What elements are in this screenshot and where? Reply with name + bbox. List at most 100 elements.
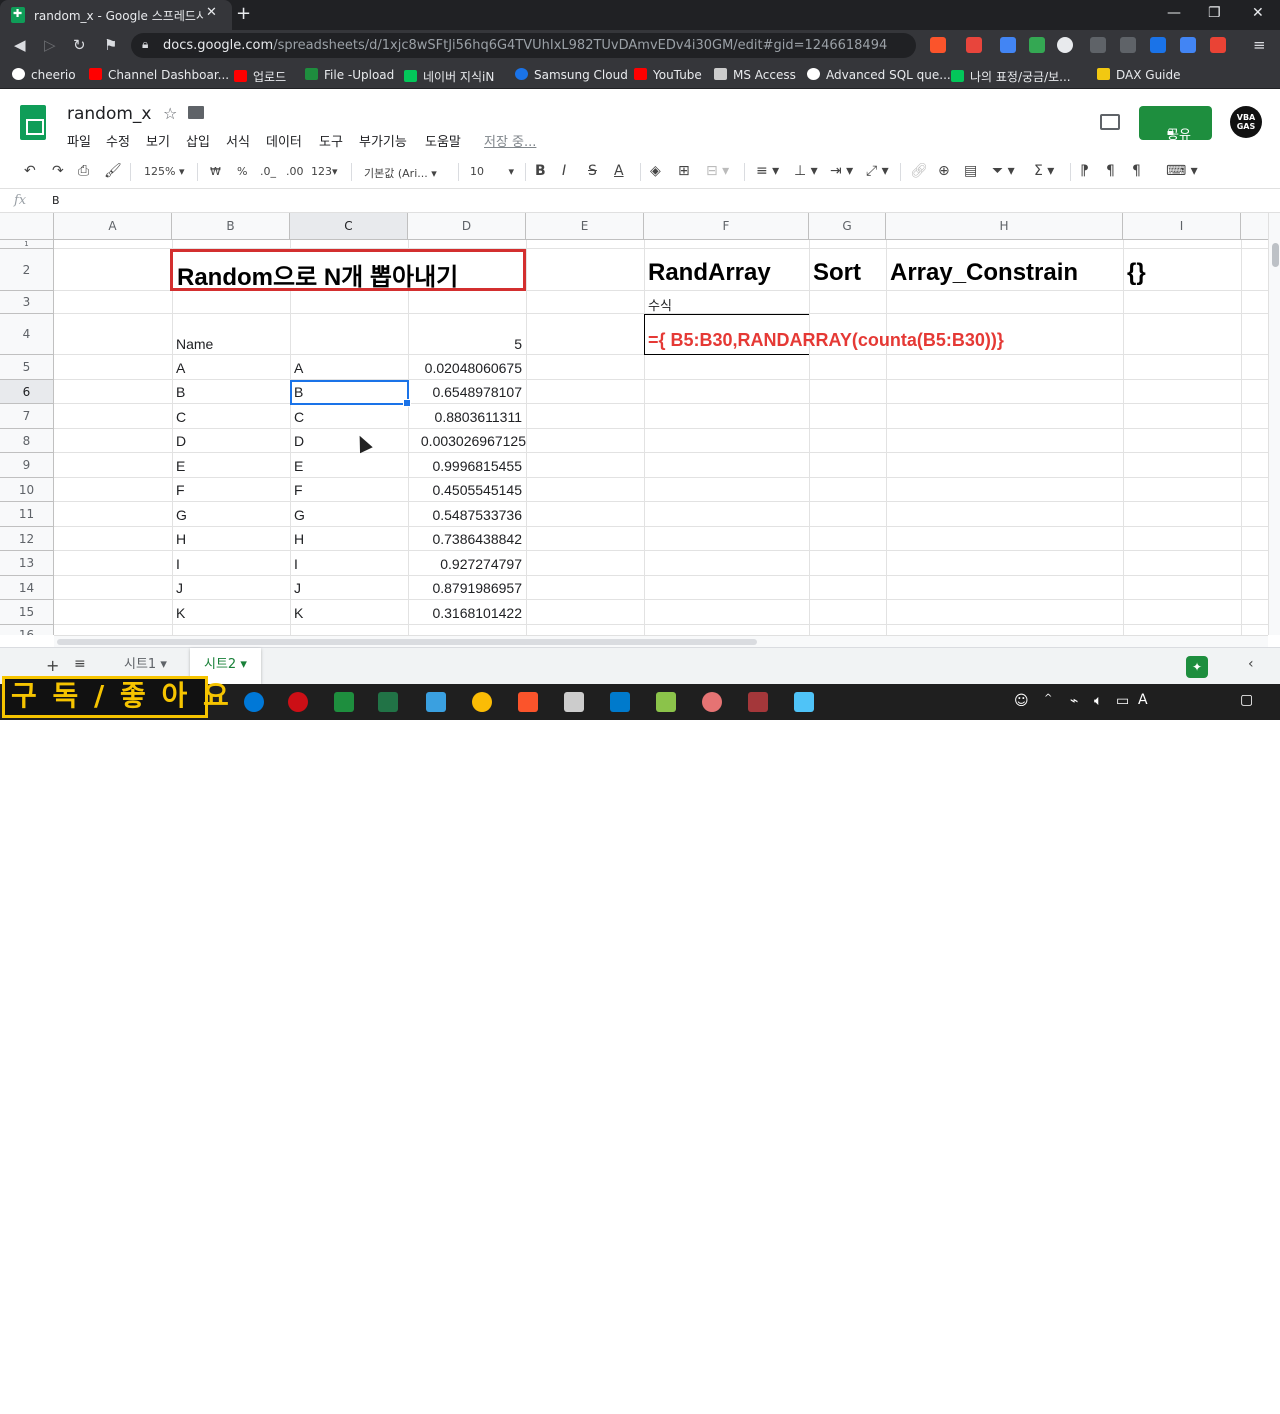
- table-cell[interactable]: 0.7386438842: [410, 531, 522, 547]
- row-header[interactable]: 5: [0, 355, 54, 380]
- people-icon[interactable]: ☺: [1014, 693, 1029, 709]
- maximize-button[interactable]: ❐: [1208, 5, 1221, 21]
- side-panel-toggle-icon[interactable]: ‹: [1248, 656, 1254, 672]
- column-header[interactable]: H: [886, 213, 1123, 240]
- row-header[interactable]: 7: [0, 404, 54, 429]
- table-cell[interactable]: F: [294, 482, 303, 498]
- menu-tools[interactable]: 도구: [319, 131, 343, 150]
- header-braces[interactable]: {}: [1127, 259, 1146, 287]
- header-array-constrain[interactable]: Array_Constrain: [890, 259, 1078, 287]
- sheets-logo-icon[interactable]: [20, 105, 46, 140]
- column-header[interactable]: D: [408, 213, 526, 240]
- table-cell[interactable]: I: [294, 556, 298, 572]
- decrease-decimal-button[interactable]: .0_: [260, 165, 276, 178]
- menu-edit[interactable]: 수정: [106, 131, 130, 150]
- browser-menu-icon[interactable]: ≡: [1253, 36, 1266, 54]
- insert-link-icon[interactable]: 🔗︎: [910, 163, 928, 179]
- add-sheet-button[interactable]: +: [46, 656, 59, 675]
- text-rotate-icon[interactable]: ⤢ ▾: [866, 163, 889, 179]
- currency-format-button[interactable]: ₩: [210, 165, 221, 178]
- row-header[interactable]: 13: [0, 551, 54, 576]
- table-cell[interactable]: A: [176, 360, 185, 376]
- italic-icon[interactable]: I: [562, 163, 566, 179]
- star-icon[interactable]: ☆: [163, 104, 177, 123]
- formula-input[interactable]: B: [52, 194, 60, 207]
- all-sheets-button[interactable]: ≡: [74, 656, 86, 672]
- text-wrap-icon[interactable]: ⇥ ▾: [830, 163, 853, 179]
- bookmark-file-upload[interactable]: File -Upload: [305, 68, 394, 82]
- edge-icon[interactable]: [244, 692, 264, 712]
- table-cell[interactable]: E: [176, 458, 185, 474]
- row-header[interactable]: 10: [0, 478, 54, 502]
- outlook-icon[interactable]: [1150, 37, 1166, 53]
- table-cell[interactable]: K: [176, 605, 185, 621]
- brave-rewards-icon[interactable]: [966, 37, 982, 53]
- spreadsheet-grid[interactable]: A B C D E F G H I 1 2 3 4 5 6 7 8 9 10 1…: [0, 213, 1268, 635]
- explore-icon[interactable]: ✦: [1186, 656, 1208, 678]
- document-title[interactable]: random_x: [67, 104, 152, 124]
- strikethrough-icon[interactable]: S: [588, 163, 597, 179]
- select-all-corner[interactable]: [0, 213, 54, 240]
- paint-format-icon[interactable]: 🖌︎: [104, 163, 122, 179]
- menu-help[interactable]: 도움말: [425, 131, 461, 150]
- ltr-icon[interactable]: ⁋: [1080, 163, 1089, 179]
- brave-shield-icon[interactable]: [930, 37, 946, 53]
- table-cell[interactable]: F: [176, 482, 185, 498]
- bookmark-cheerio[interactable]: cheerio: [12, 68, 76, 82]
- bookmark-expressions[interactable]: 나의 표정/궁금/보...: [951, 68, 1071, 85]
- merge-cells-icon[interactable]: ⊟ ▾: [706, 163, 729, 179]
- table-cell[interactable]: H: [294, 531, 304, 547]
- table-cell[interactable]: 0.6548978107: [410, 384, 522, 400]
- comment-icon[interactable]: [1100, 114, 1120, 130]
- text-color-icon[interactable]: A: [614, 163, 624, 179]
- header-sort[interactable]: Sort: [813, 259, 861, 287]
- bookmark-upload[interactable]: 업로드: [234, 68, 286, 85]
- table-cell[interactable]: C: [294, 409, 304, 425]
- horizontal-scrollbar[interactable]: [54, 635, 1268, 647]
- browser-tab[interactable]: random_x - Google 스프레드시트 ✕: [0, 0, 232, 30]
- header-randarray[interactable]: RandArray: [648, 259, 771, 287]
- bookmark-youtube[interactable]: YouTube: [634, 68, 702, 82]
- table-cell[interactable]: K: [294, 605, 303, 621]
- redo-icon[interactable]: ↷: [52, 163, 64, 179]
- row-header[interactable]: 8: [0, 429, 54, 453]
- print-icon[interactable]: ⎙: [78, 163, 89, 179]
- paragraph-icon[interactable]: ¶: [1132, 163, 1141, 179]
- scroll-thumb[interactable]: [1272, 243, 1279, 267]
- translate-icon[interactable]: [1180, 37, 1196, 53]
- row-header[interactable]: 12: [0, 527, 54, 551]
- horizontal-align-icon[interactable]: ≡ ▾: [756, 163, 779, 179]
- column-header[interactable]: [1241, 213, 1268, 240]
- font-select[interactable]: 기본값 (Ari... ▾: [364, 165, 437, 181]
- menu-insert[interactable]: 삽입: [186, 131, 210, 150]
- bold-icon[interactable]: B: [535, 163, 546, 179]
- table-cell[interactable]: D: [176, 433, 186, 449]
- table-cell[interactable]: 0.003026967125: [410, 433, 526, 449]
- clock[interactable]: 오전 5:12 2020-02-08: [1162, 1372, 1224, 1414]
- insert-chart-icon[interactable]: ▤: [964, 163, 977, 179]
- app-gear-icon[interactable]: [564, 692, 584, 712]
- row-header[interactable]: 6: [0, 380, 54, 404]
- vscode-icon[interactable]: [610, 692, 630, 712]
- extension-pin-icon[interactable]: [1090, 37, 1106, 53]
- table-cell[interactable]: 0.8791986957: [410, 580, 522, 596]
- extension-grid-icon[interactable]: [1000, 37, 1016, 53]
- table-cell[interactable]: J: [176, 580, 183, 596]
- access-app-icon[interactable]: [748, 692, 768, 712]
- tray-chevron-icon[interactable]: ^: [1044, 693, 1052, 704]
- folder-icon[interactable]: [188, 106, 204, 119]
- bookmark-dax-guide[interactable]: DAX Guide: [1097, 68, 1181, 82]
- extension-red-icon[interactable]: [1210, 37, 1226, 53]
- fill-color-icon[interactable]: ◈: [650, 163, 661, 179]
- column-header[interactable]: E: [526, 213, 644, 240]
- column-header[interactable]: A: [54, 213, 172, 240]
- column-header[interactable]: C: [290, 213, 408, 240]
- row-header[interactable]: 9: [0, 453, 54, 478]
- chrome-icon[interactable]: [472, 692, 492, 712]
- percent-format-button[interactable]: %: [237, 165, 247, 178]
- row-header[interactable]: 14: [0, 576, 54, 600]
- network-icon[interactable]: ⌁: [1070, 693, 1078, 709]
- formula-label-cell[interactable]: 수식: [648, 295, 672, 314]
- table-cell[interactable]: J: [294, 580, 301, 596]
- column-header[interactable]: B: [172, 213, 290, 240]
